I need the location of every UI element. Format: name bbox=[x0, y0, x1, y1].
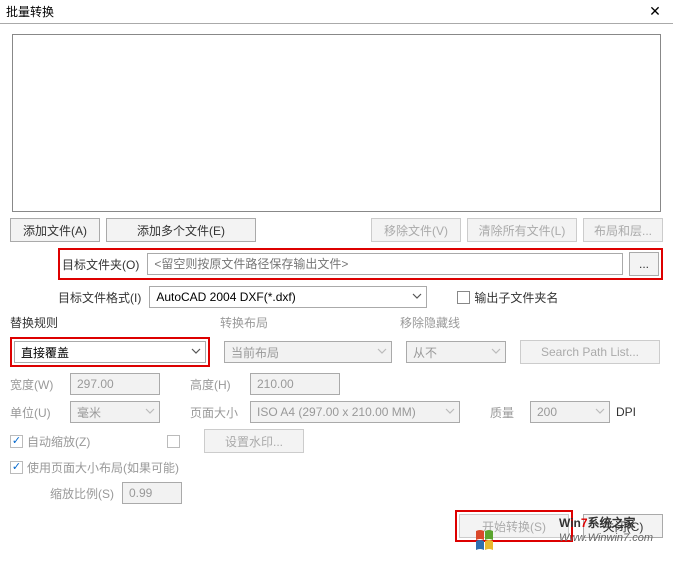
use-page-layout-label: 使用页面大小布局(如果可能) bbox=[27, 459, 179, 476]
format-row: 目标文件格式(I) AutoCAD 2004 DXF(*.dxf) 输出子文件夹… bbox=[58, 286, 663, 308]
set-watermark-button: 设置水印... bbox=[204, 429, 304, 453]
width-input bbox=[70, 373, 160, 395]
target-folder-label: 目标文件夹(O) bbox=[62, 256, 139, 273]
remove-file-button: 移除文件(V) bbox=[371, 218, 461, 242]
file-buttons-row: 添加文件(A) 添加多个文件(E) 移除文件(V) 清除所有文件(L) 布局和层… bbox=[10, 218, 663, 242]
quality-label: 质量 bbox=[490, 404, 530, 421]
title-bar: 批量转换 ✕ bbox=[0, 0, 673, 24]
use-page-layout-row: 使用页面大小布局(如果可能) bbox=[10, 459, 663, 476]
chevron-down-icon bbox=[491, 345, 501, 359]
target-format-select[interactable]: AutoCAD 2004 DXF(*.dxf) bbox=[149, 286, 427, 308]
output-subfolder-label: 输出子文件夹名 bbox=[474, 289, 558, 306]
height-label: 高度(H) bbox=[190, 376, 250, 393]
convert-layout-value: 当前布局 bbox=[231, 344, 279, 361]
remove-hidden-label: 移除隐藏线 bbox=[400, 314, 460, 331]
chevron-down-icon bbox=[191, 345, 201, 359]
add-file-button[interactable]: 添加文件(A) bbox=[10, 218, 100, 242]
dpi-label: DPI bbox=[616, 405, 636, 419]
replace-rules-label: 替换规则 bbox=[10, 314, 220, 331]
target-folder-input[interactable] bbox=[147, 253, 623, 275]
search-path-button: Search Path List... bbox=[520, 340, 660, 364]
start-conv-section: 开始转换(S) bbox=[455, 510, 573, 542]
page-size-select: ISO A4 (297.00 x 210.00 MM) bbox=[250, 401, 460, 423]
rules-row: 直接覆盖 当前布局 从不 Search Path List... bbox=[10, 337, 663, 367]
remove-hidden-select: 从不 bbox=[406, 341, 506, 363]
quality-value: 200 bbox=[537, 405, 557, 419]
replace-rule-section: 直接覆盖 bbox=[10, 337, 210, 367]
file-list[interactable] bbox=[12, 34, 661, 212]
chevron-down-icon bbox=[412, 290, 422, 304]
unit-select: 毫米 bbox=[70, 401, 160, 423]
height-input bbox=[250, 373, 340, 395]
unit-label: 单位(U) bbox=[10, 404, 70, 421]
scale-ratio-row: 缩放比例(S) bbox=[50, 482, 663, 504]
windows-flag-icon bbox=[474, 527, 508, 555]
scale-ratio-input bbox=[122, 482, 182, 504]
target-format-value: AutoCAD 2004 DXF(*.dxf) bbox=[156, 290, 295, 304]
watermark-rest: 系统之家 bbox=[588, 516, 636, 530]
layout-layers-button: 布局和层... bbox=[583, 218, 663, 242]
clear-all-button: 清除所有文件(L) bbox=[467, 218, 577, 242]
browse-folder-button[interactable]: ... bbox=[629, 252, 659, 276]
page-size-label: 页面大小 bbox=[190, 404, 250, 421]
output-subfolder-checkbox[interactable] bbox=[457, 291, 470, 304]
replace-rule-select[interactable]: 直接覆盖 bbox=[14, 341, 206, 363]
close-icon[interactable]: ✕ bbox=[643, 3, 667, 20]
page-size-value: ISO A4 (297.00 x 210.00 MM) bbox=[257, 405, 416, 419]
use-page-layout-checkbox bbox=[10, 461, 23, 474]
watermark-checkbox bbox=[167, 435, 180, 448]
window-title: 批量转换 bbox=[6, 3, 643, 20]
target-format-label: 目标文件格式(I) bbox=[58, 289, 141, 306]
add-multi-files-button[interactable]: 添加多个文件(E) bbox=[106, 218, 256, 242]
convert-layout-label: 转换布局 bbox=[220, 314, 400, 331]
remove-hidden-value: 从不 bbox=[413, 344, 437, 361]
target-folder-section: 目标文件夹(O) ... bbox=[58, 248, 663, 280]
chevron-down-icon bbox=[445, 405, 455, 419]
auto-scale-row: 自动缩放(Z) 设置水印... bbox=[10, 429, 663, 453]
width-label: 宽度(W) bbox=[10, 376, 70, 393]
main-content: 添加文件(A) 添加多个文件(E) 移除文件(V) 清除所有文件(L) 布局和层… bbox=[0, 24, 673, 542]
auto-scale-label: 自动缩放(Z) bbox=[27, 433, 167, 450]
watermark-prefix: Win bbox=[559, 516, 581, 530]
dimensions-row: 宽度(W) 高度(H) bbox=[10, 373, 663, 395]
unit-page-row: 单位(U) 毫米 页面大小 ISO A4 (297.00 x 210.00 MM… bbox=[10, 401, 663, 423]
replace-rule-value: 直接覆盖 bbox=[21, 344, 69, 361]
chevron-down-icon bbox=[377, 345, 387, 359]
rules-header-row: 替换规则 转换布局 移除隐藏线 bbox=[10, 314, 663, 331]
scale-ratio-label: 缩放比例(S) bbox=[50, 485, 114, 502]
watermark-url: Www.Winwin7.com bbox=[559, 532, 653, 544]
auto-scale-checkbox bbox=[10, 435, 23, 448]
convert-layout-select: 当前布局 bbox=[224, 341, 392, 363]
unit-value: 毫米 bbox=[77, 404, 101, 421]
chevron-down-icon bbox=[145, 405, 155, 419]
quality-select: 200 bbox=[530, 401, 610, 423]
watermark-seven: 7 bbox=[581, 516, 588, 530]
watermark-text: Win7系统之家 Www.Winwin7.com bbox=[559, 514, 653, 544]
chevron-down-icon bbox=[595, 405, 605, 419]
